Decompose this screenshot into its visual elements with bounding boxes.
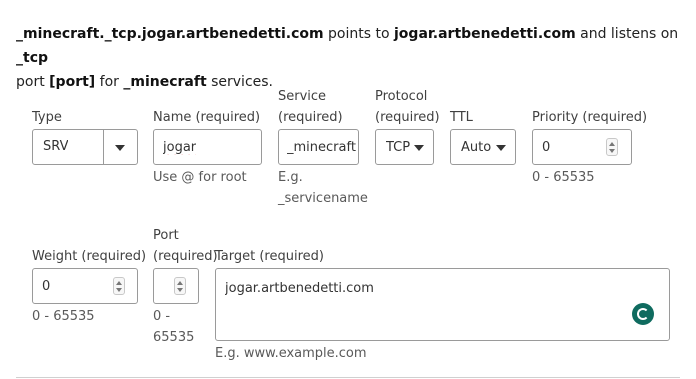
target-textarea[interactable]: jogar.artbenedetti.com — [215, 268, 670, 341]
priority-hint: 0 - 65535 — [532, 170, 595, 185]
port-label: Port — [153, 228, 179, 243]
service-hint: E.g. — [278, 170, 303, 185]
name-input[interactable]: jogar — [153, 129, 262, 165]
target-label: Target (required) — [215, 249, 324, 264]
summary-port: [port] — [49, 74, 96, 90]
service-label: Service — [278, 89, 327, 104]
summary-text: for — [95, 74, 124, 90]
summary-text: points to — [323, 26, 394, 42]
port-label: (required) — [153, 249, 218, 264]
decrement-icon[interactable] — [609, 149, 615, 153]
service-input[interactable]: _minecraft — [278, 129, 359, 165]
service-label: (required) — [278, 110, 343, 125]
section-divider — [16, 377, 680, 378]
summary-target: jogar.artbenedetti.com — [394, 26, 576, 42]
ttl-select[interactable]: Auto — [450, 129, 516, 165]
priority-value: 0 — [542, 140, 551, 155]
protocol-label: Protocol — [375, 89, 428, 104]
summary-protocol: _tcp — [16, 50, 49, 66]
record-summary: _minecraft._tcp.jogar.artbenedetti.com p… — [16, 22, 688, 94]
name-hint: Use @ for root — [153, 170, 247, 185]
weight-value: 0 — [42, 279, 51, 294]
port-input[interactable] — [153, 268, 199, 304]
decrement-icon[interactable] — [116, 288, 122, 292]
summary-service: _minecraft — [123, 74, 207, 90]
target-value: jogar.artbenedetti.com — [225, 281, 374, 296]
type-value: SRV — [43, 139, 69, 154]
port-hint: 65535 — [153, 330, 195, 345]
increment-icon[interactable] — [609, 142, 615, 146]
protocol-label: (required) — [375, 110, 440, 125]
summary-text: and listens on — [575, 26, 679, 42]
name-value: jogar — [163, 140, 197, 155]
weight-label: Weight (required) — [32, 249, 147, 264]
priority-label: Priority (required) — [532, 110, 648, 125]
number-stepper[interactable] — [113, 277, 125, 295]
target-hint: E.g. www.example.com — [215, 346, 367, 361]
refresh-icon[interactable] — [632, 303, 654, 325]
protocol-value: TCP — [386, 140, 411, 155]
weight-hint: 0 - 65535 — [32, 309, 95, 324]
chevron-down-icon — [414, 145, 424, 151]
name-label: Name (required) — [153, 110, 261, 125]
increment-icon[interactable] — [116, 281, 122, 285]
number-stepper[interactable] — [606, 138, 618, 156]
refresh-icon-arc — [637, 308, 649, 320]
chevron-down-icon — [115, 145, 125, 151]
weight-input[interactable]: 0 — [32, 268, 138, 304]
number-stepper[interactable] — [174, 277, 186, 295]
type-select[interactable]: SRV — [32, 129, 138, 165]
ttl-label: TTL — [450, 110, 473, 125]
summary-text: port — [16, 74, 50, 90]
type-label: Type — [32, 110, 62, 125]
chevron-down-icon — [496, 145, 506, 151]
ttl-value: Auto — [461, 140, 492, 155]
increment-icon[interactable] — [177, 281, 183, 285]
protocol-select[interactable]: TCP — [375, 129, 434, 165]
service-hint: _servicename — [278, 191, 368, 206]
priority-input[interactable]: 0 — [532, 129, 632, 165]
decrement-icon[interactable] — [177, 288, 183, 292]
port-hint: 0 - — [153, 309, 171, 324]
summary-text: services. — [206, 74, 273, 90]
service-value: _minecraft — [287, 140, 356, 155]
summary-record-name: _minecraft._tcp.jogar.artbenedetti.com — [16, 26, 324, 42]
select-divider — [103, 130, 104, 164]
